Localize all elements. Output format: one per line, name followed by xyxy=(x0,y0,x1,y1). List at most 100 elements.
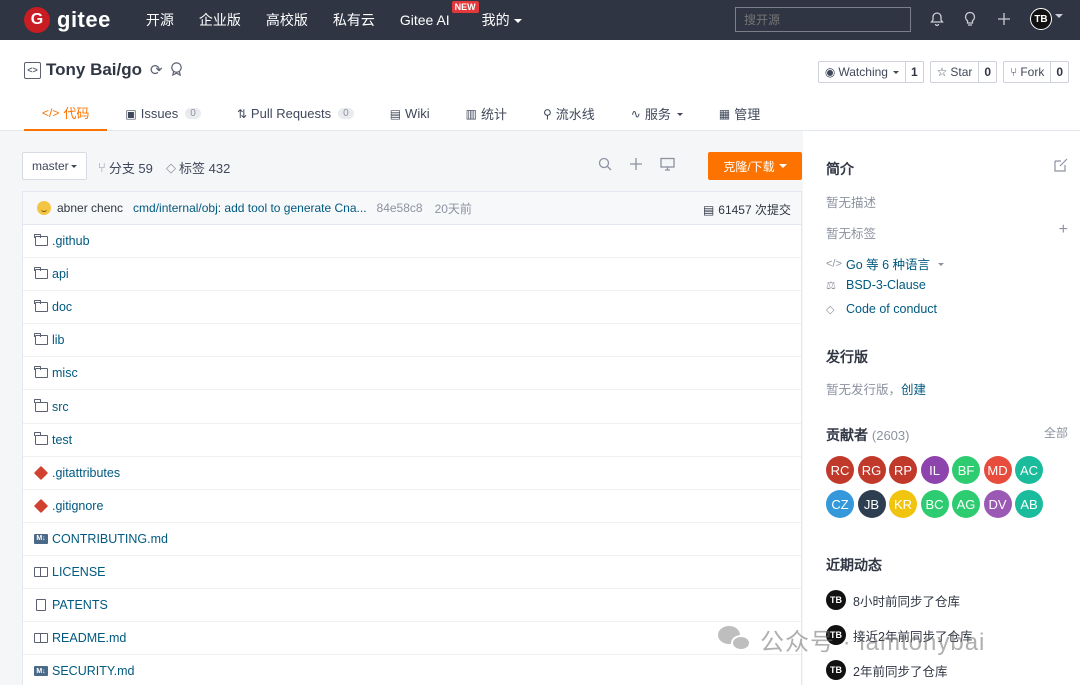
lightbulb-icon[interactable] xyxy=(960,9,980,29)
file-row[interactable]: PATENTS xyxy=(23,589,801,623)
clone-download-button[interactable]: 克隆/下载 xyxy=(708,152,802,180)
file-name[interactable]: api xyxy=(52,267,69,281)
contributor-avatar[interactable]: JB xyxy=(857,490,886,518)
commit-message[interactable]: cmd/internal/obj: add tool to generate C… xyxy=(133,201,366,215)
nav-education[interactable]: 高校版 xyxy=(266,10,308,30)
file-row[interactable]: .gitignore xyxy=(23,490,801,523)
tab-manage[interactable]: ▦ 管理 xyxy=(701,96,778,131)
activity-avatar[interactable]: TB xyxy=(826,590,846,610)
file-name[interactable]: lib xyxy=(52,333,65,347)
tab-services[interactable]: ∿ 服务 xyxy=(613,96,701,131)
file-name[interactable]: misc xyxy=(52,366,78,380)
contributor-avatar[interactable]: RP xyxy=(889,456,917,484)
add-tag-icon[interactable]: + xyxy=(1059,221,1068,239)
file-row[interactable]: M↓ CONTRIBUTING.md xyxy=(23,523,801,556)
file-name[interactable]: test xyxy=(52,433,72,447)
tab-manage-label: 管理 xyxy=(734,107,761,122)
badge-icon[interactable] xyxy=(169,61,184,80)
nav-opensource[interactable]: 开源 xyxy=(146,10,174,30)
tags-link[interactable]: ◇ 标签 432 xyxy=(166,158,230,177)
gitee-logo[interactable]: G gitee xyxy=(24,7,111,33)
language-label: Go 等 6 种语言 xyxy=(846,258,931,272)
chevron-down-icon[interactable] xyxy=(1055,14,1063,22)
file-row[interactable]: src xyxy=(23,390,801,424)
nav-private-cloud[interactable]: 私有云 xyxy=(333,10,375,30)
file-row[interactable]: .gitattributes xyxy=(23,457,801,490)
watch-label-wrap: ◉ Watching xyxy=(819,62,905,82)
license-link[interactable]: ⚖ BSD-3-Clause xyxy=(826,278,926,292)
code-of-conduct-link[interactable]: ◇ Code of conduct xyxy=(826,302,937,316)
contributor-avatar[interactable]: RC xyxy=(826,456,854,484)
file-row[interactable]: .github xyxy=(23,225,801,259)
file-row[interactable]: doc xyxy=(23,291,801,325)
file-name[interactable]: SECURITY.md xyxy=(52,664,134,678)
file-name[interactable]: .gitattributes xyxy=(52,466,120,480)
fork-button[interactable]: ⑂ Fork 0 xyxy=(1003,61,1069,83)
bell-icon[interactable] xyxy=(927,9,947,29)
nav-enterprise[interactable]: 企业版 xyxy=(199,10,241,30)
gitee-logo-icon: G xyxy=(24,7,50,33)
tab-issues[interactable]: ▣ Issues 0 xyxy=(107,96,218,131)
contributor-avatar[interactable]: BF xyxy=(952,456,980,484)
contributor-avatar[interactable]: MD xyxy=(983,456,1012,484)
contributor-avatar[interactable]: DV xyxy=(983,490,1012,518)
nav-gitee-ai[interactable]: Gitee AI NEW xyxy=(400,1,479,28)
star-count[interactable]: 0 xyxy=(978,62,996,82)
tab-stats[interactable]: ▥ 统计 xyxy=(448,96,525,131)
user-avatar[interactable]: TB xyxy=(1030,8,1052,30)
file-name[interactable]: doc xyxy=(52,300,72,314)
star-button[interactable]: ☆ Star 0 xyxy=(929,61,998,83)
commit-hash[interactable]: 84e58c8 xyxy=(377,201,423,215)
file-name[interactable]: src xyxy=(52,400,69,414)
tag-icon: ◇ xyxy=(166,159,176,175)
file-row[interactable]: api xyxy=(23,258,801,292)
file-name[interactable]: CONTRIBUTING.md xyxy=(52,532,168,546)
tab-pipeline[interactable]: ⚲ 流水线 xyxy=(525,96,613,131)
contributor-avatar[interactable]: AC xyxy=(1015,456,1043,484)
file-name[interactable]: .gitignore xyxy=(52,499,103,513)
contributor-avatar[interactable]: CZ xyxy=(826,490,854,518)
branches-link[interactable]: ⑂ 分支 59 xyxy=(98,158,153,177)
commit-time: 20天前 xyxy=(434,201,472,216)
contributor-avatar[interactable]: RG xyxy=(857,456,886,484)
tab-code[interactable]: </> 代码 xyxy=(24,96,108,131)
watch-count[interactable]: 1 xyxy=(904,62,923,82)
repo-name[interactable]: Tony Bai/go xyxy=(46,60,142,80)
repo-actions: ◉ Watching 1 ☆ Star 0 ⑂ Fork 0 xyxy=(812,61,1069,83)
watch-button[interactable]: ◉ Watching 1 xyxy=(817,61,924,83)
file-name[interactable]: PATENTS xyxy=(52,598,108,612)
file-row[interactable]: test xyxy=(23,424,801,457)
add-file-icon[interactable] xyxy=(629,157,643,175)
file-row[interactable]: lib xyxy=(23,324,801,358)
commit-author[interactable]: abner chenc xyxy=(57,201,123,215)
search-icon[interactable] xyxy=(598,157,612,175)
file-row[interactable]: LICENSE xyxy=(23,556,801,590)
create-release-link[interactable]: 创建 xyxy=(901,383,926,397)
plus-icon[interactable] xyxy=(994,9,1014,29)
web-ide-icon[interactable] xyxy=(660,157,675,175)
contributor-avatar[interactable]: IL xyxy=(920,456,949,484)
file-row[interactable]: README.md xyxy=(23,622,801,656)
activity-avatar[interactable]: TB xyxy=(826,660,846,680)
tab-pull-requests[interactable]: ⇅ Pull Requests 0 xyxy=(219,96,372,131)
sync-icon[interactable]: ⟳ xyxy=(150,61,163,79)
commit-count-link[interactable]: ▤ 61457 次提交 xyxy=(703,201,791,218)
file-name[interactable]: .github xyxy=(52,234,90,248)
contributor-avatar[interactable]: AB xyxy=(1015,490,1043,518)
branch-selector[interactable]: master xyxy=(22,152,87,180)
file-name[interactable]: LICENSE xyxy=(52,565,106,579)
fork-count[interactable]: 0 xyxy=(1050,62,1068,82)
contributor-avatar[interactable]: KR xyxy=(889,490,917,518)
language-link[interactable]: </> Go 等 6 种语言 xyxy=(826,254,945,273)
edit-icon[interactable] xyxy=(1054,158,1068,175)
contributor-avatar[interactable]: AG xyxy=(952,490,980,518)
tab-wiki[interactable]: ▤ Wiki xyxy=(372,96,448,131)
file-name[interactable]: README.md xyxy=(52,631,126,645)
file-row[interactable]: misc xyxy=(23,357,801,391)
nav-mine[interactable]: 我的 xyxy=(482,10,522,30)
search-input[interactable] xyxy=(735,7,911,32)
all-contributors-link[interactable]: 全部 xyxy=(1044,424,1068,441)
wechat-icon xyxy=(718,625,752,654)
file-row[interactable]: M↓ SECURITY.md xyxy=(23,655,801,685)
contributor-avatar[interactable]: BC xyxy=(920,490,949,518)
